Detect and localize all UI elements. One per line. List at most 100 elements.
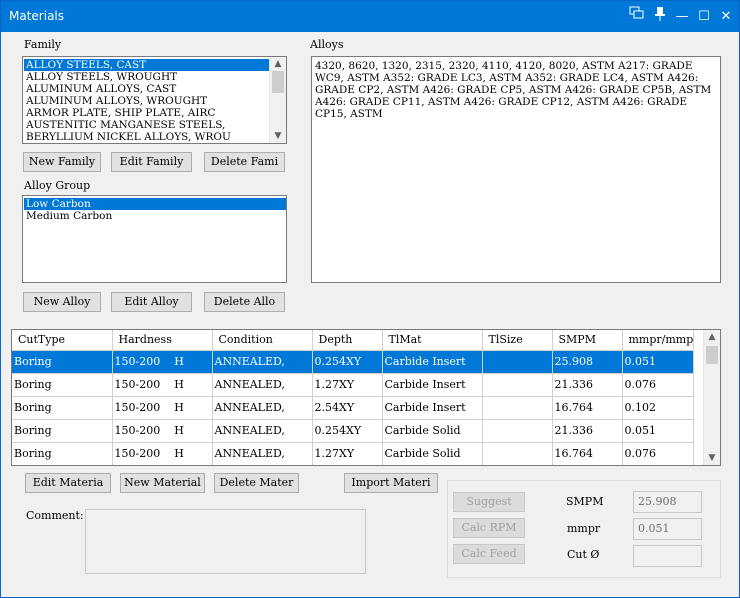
table-cell[interactable]: 21.336	[552, 419, 623, 443]
table-cell[interactable]: Boring	[12, 350, 113, 374]
smpm-field[interactable]: 25.908	[633, 491, 702, 513]
table-cell[interactable]: Boring	[12, 419, 113, 443]
scroll-down-icon[interactable]: ▼	[704, 451, 720, 465]
delete-family-button[interactable]: Delete Fami	[204, 152, 285, 172]
table-cell[interactable]: Carbide Insert	[382, 396, 483, 420]
list-item[interactable]: ALLOY STEELS, WROUGHT	[24, 71, 269, 83]
smpm-label: SMPM	[566, 495, 604, 508]
materials-table: CutType Hardness Condition Depth TlMat TlSize…	[12, 330, 694, 465]
list-item[interactable]: ALUMINUM ALLOYS, CAST	[24, 83, 269, 95]
table-cell[interactable]	[482, 442, 553, 465]
table-cell[interactable]: ANNEALED,	[212, 350, 313, 374]
scroll-up-icon[interactable]: ▲	[704, 330, 720, 344]
table-cell[interactable]: ANNEALED,	[212, 419, 313, 443]
edit-family-button[interactable]: Edit Family	[111, 152, 192, 172]
list-item[interactable]: ARMOR PLATE, SHIP PLATE, AIRC	[24, 107, 269, 119]
pin-icon[interactable]	[649, 6, 671, 28]
scroll-thumb[interactable]	[272, 71, 284, 93]
table-cell[interactable]: ANNEALED,	[212, 396, 313, 420]
table-cell[interactable]: 16.764	[552, 396, 623, 420]
new-material-button[interactable]: New Material	[120, 473, 205, 493]
mmpr-field[interactable]: 0.051	[633, 518, 702, 540]
table-cell[interactable]: Boring	[12, 396, 113, 420]
table-cell[interactable]: 0.076	[622, 442, 694, 465]
table-cell[interactable]: ANNEALED,	[212, 373, 313, 397]
family-items: ALLOY STEELS, CAST ALLOY STEELS, WROUGHT A…	[24, 59, 269, 143]
table-cell[interactable]	[482, 396, 553, 420]
new-alloy-button[interactable]: New Alloy	[23, 292, 101, 312]
scroll-thumb[interactable]	[706, 346, 718, 364]
list-item[interactable]: AUSTENITIC MANGANESE STEELS,	[24, 119, 269, 131]
table-cell[interactable]	[482, 419, 553, 443]
calc-rpm-button[interactable]: Calc RPM	[453, 518, 525, 538]
column-header[interactable]: SMPM	[552, 330, 623, 351]
list-item[interactable]: Medium Carbon	[24, 210, 286, 222]
column-header[interactable]: CutType	[12, 330, 113, 351]
table-cell[interactable]: Boring	[12, 442, 113, 465]
suggest-button[interactable]: Suggest	[453, 492, 525, 512]
table-cell[interactable]: Carbide Solid	[382, 419, 483, 443]
column-header[interactable]: Condition	[212, 330, 313, 351]
table-cell[interactable]: Carbide Insert	[382, 350, 483, 374]
table-cell[interactable]: Carbide Solid	[382, 442, 483, 465]
table-cell[interactable]: 0.076	[622, 373, 694, 397]
table-row[interactable]: Boring 150-200 H ANNEALED, 2.54XY Carbide In…	[12, 396, 694, 420]
delete-material-button[interactable]: Delete Mater	[214, 473, 299, 493]
table-cell[interactable]	[482, 350, 553, 374]
table-cell[interactable]: 0.254XY	[312, 419, 383, 443]
import-material-button[interactable]: Import Materi	[344, 473, 438, 493]
table-cell[interactable]: 0.051	[622, 419, 694, 443]
table-cell[interactable]: 150-200 H	[112, 373, 213, 397]
scroll-down-icon[interactable]: ▼	[270, 129, 286, 143]
alloy-group-listbox[interactable]: Low Carbon Medium Carbon	[22, 195, 287, 283]
table-row[interactable]: Boring 150-200 H ANNEALED, 1.27XY Carbide In…	[12, 373, 694, 397]
table-cell[interactable]: 0.051	[622, 350, 694, 374]
table-row[interactable]: Boring 150-200 H ANNEALED, 0.254XY Carbide S…	[12, 419, 694, 443]
restore-windows-icon[interactable]	[626, 6, 648, 28]
table-cell[interactable]: 0.102	[622, 396, 694, 420]
column-header[interactable]: TlSize	[482, 330, 553, 351]
scroll-up-icon[interactable]: ▲	[270, 57, 286, 71]
materials-grid[interactable]: CutType Hardness Condition Depth TlMat TlSize…	[11, 329, 721, 466]
minimize-icon[interactable]: —	[671, 6, 693, 28]
family-scrollbar[interactable]: ▲ ▼	[269, 57, 286, 143]
list-item[interactable]: ALLOY STEELS, CAST	[24, 59, 269, 71]
grid-scrollbar[interactable]: ▲ ▼	[703, 330, 720, 465]
column-header[interactable]: mmpr/mmpt	[622, 330, 694, 351]
family-listbox[interactable]: ALLOY STEELS, CAST ALLOY STEELS, WROUGHT A…	[22, 56, 287, 144]
list-item[interactable]: BERYLLIUM NICKEL ALLOYS, WROU	[24, 131, 269, 143]
table-cell[interactable]: ANNEALED,	[212, 442, 313, 465]
table-cell[interactable]: 150-200 H	[112, 396, 213, 420]
table-cell[interactable]: 150-200 H	[112, 350, 213, 374]
table-cell[interactable]: Boring	[12, 373, 113, 397]
table-row[interactable]: Boring 150-200 H ANNEALED, 1.27XY Carbide So…	[12, 442, 694, 465]
table-cell[interactable]: Carbide Insert	[382, 373, 483, 397]
edit-alloy-button[interactable]: Edit Alloy	[111, 292, 192, 312]
maximize-icon[interactable]: ☐	[693, 6, 715, 28]
alloys-textarea[interactable]: 4320, 8620, 1320, 2315, 2320, 4110, 4120…	[311, 56, 721, 283]
new-family-button[interactable]: New Family	[23, 152, 101, 172]
cut-diameter-field[interactable]	[633, 545, 702, 567]
table-cell[interactable]: 150-200 H	[112, 419, 213, 443]
comment-label: Comment:	[26, 509, 84, 522]
close-icon[interactable]: ✕	[715, 6, 737, 28]
table-row[interactable]: Boring 150-200 H ANNEALED, 0.254XY Carbide I…	[12, 350, 694, 374]
edit-material-button[interactable]: Edit Materia	[25, 473, 111, 493]
table-cell[interactable]: 1.27XY	[312, 442, 383, 465]
list-item[interactable]: Low Carbon	[24, 198, 286, 210]
delete-alloy-button[interactable]: Delete Allo	[204, 292, 285, 312]
column-header[interactable]: TlMat	[382, 330, 483, 351]
calc-feed-button[interactable]: Calc Feed	[453, 544, 525, 564]
table-cell[interactable]: 2.54XY	[312, 396, 383, 420]
table-cell[interactable]: 16.764	[552, 442, 623, 465]
table-cell[interactable]: 21.336	[552, 373, 623, 397]
table-cell[interactable]: 25.908	[552, 350, 623, 374]
table-cell[interactable]: 0.254XY	[312, 350, 383, 374]
table-cell[interactable]	[482, 373, 553, 397]
column-header[interactable]: Hardness	[112, 330, 213, 351]
comment-field[interactable]	[85, 509, 366, 574]
list-item[interactable]: ALUMINUM ALLOYS, WROUGHT	[24, 95, 269, 107]
table-cell[interactable]: 150-200 H	[112, 442, 213, 465]
column-header[interactable]: Depth	[312, 330, 383, 351]
table-cell[interactable]: 1.27XY	[312, 373, 383, 397]
